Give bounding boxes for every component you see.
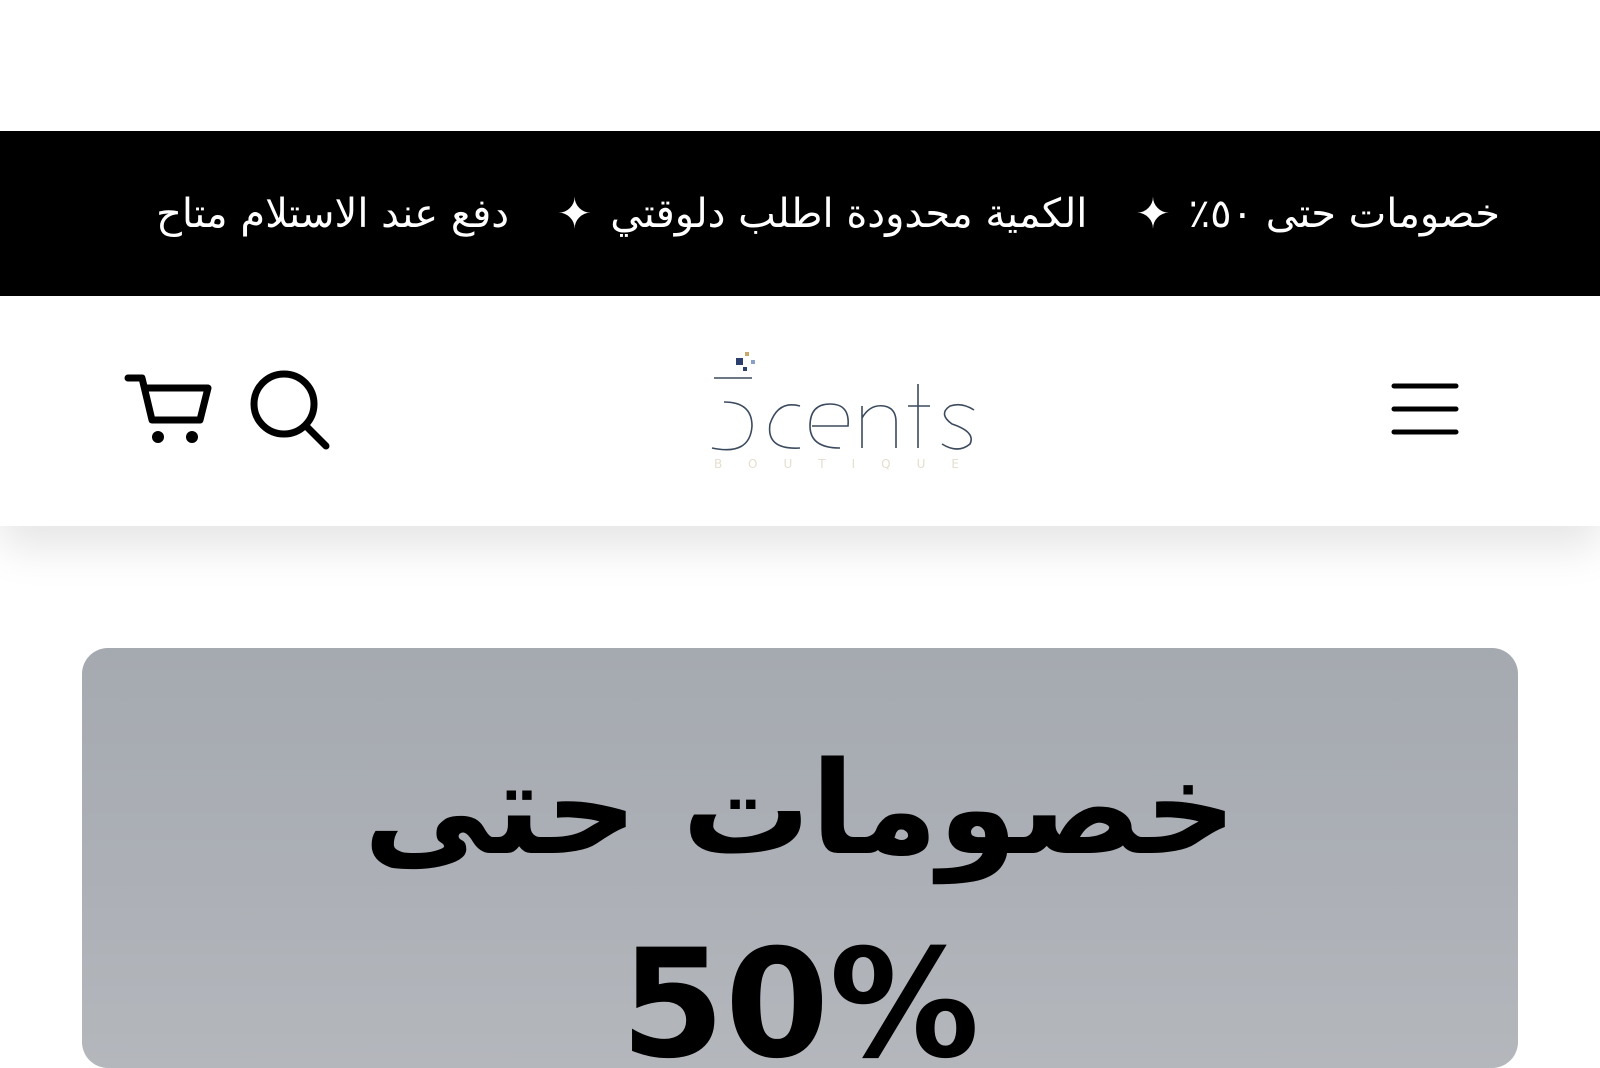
announcement-item-limited: الكمية محدودة اطلب دلوقتي ✦ <box>610 188 1188 238</box>
hero-banner[interactable]: خصومات حتى 50% <box>82 648 1518 1068</box>
cart-icon <box>124 374 212 443</box>
hero-title: خصومات حتى <box>363 735 1237 884</box>
search-button[interactable] <box>244 366 336 452</box>
hamburger-menu-icon <box>1391 383 1459 435</box>
sparkle-icon: ✦ <box>1135 188 1171 238</box>
announcement-item-cod: دفع عند الاستلام متاح ✦ <box>156 188 610 238</box>
logo-mark: BOUTIQUE <box>711 352 985 471</box>
logo-tagline: BOUTIQUE <box>714 457 985 471</box>
brand-logo[interactable]: BOUTIQUE <box>690 344 1020 474</box>
cart-button[interactable] <box>122 370 214 450</box>
announcement-marquee: دفع عند الاستلام متاح ✦ الكمية محدودة اط… <box>156 131 1500 296</box>
announcement-text: الكمية محدودة اطلب دلوقتي <box>610 190 1088 237</box>
announcement-text: خصومات حتى ٥٠٪ <box>1188 190 1500 237</box>
hero-discount-percent: 50% <box>620 918 980 1068</box>
announcement-item-discount: خصومات حتى ٥٠٪ <box>1189 194 1500 234</box>
announcement-bar: دفع عند الاستلام متاح ✦ الكمية محدودة اط… <box>0 131 1600 296</box>
site-header: BOUTIQUE <box>0 296 1600 526</box>
menu-button[interactable] <box>1390 378 1460 440</box>
top-blank-area <box>0 0 1600 131</box>
sparkle-icon: ✦ <box>557 188 593 238</box>
search-icon <box>250 370 330 450</box>
announcement-text: دفع عند الاستلام متاح <box>156 190 510 237</box>
